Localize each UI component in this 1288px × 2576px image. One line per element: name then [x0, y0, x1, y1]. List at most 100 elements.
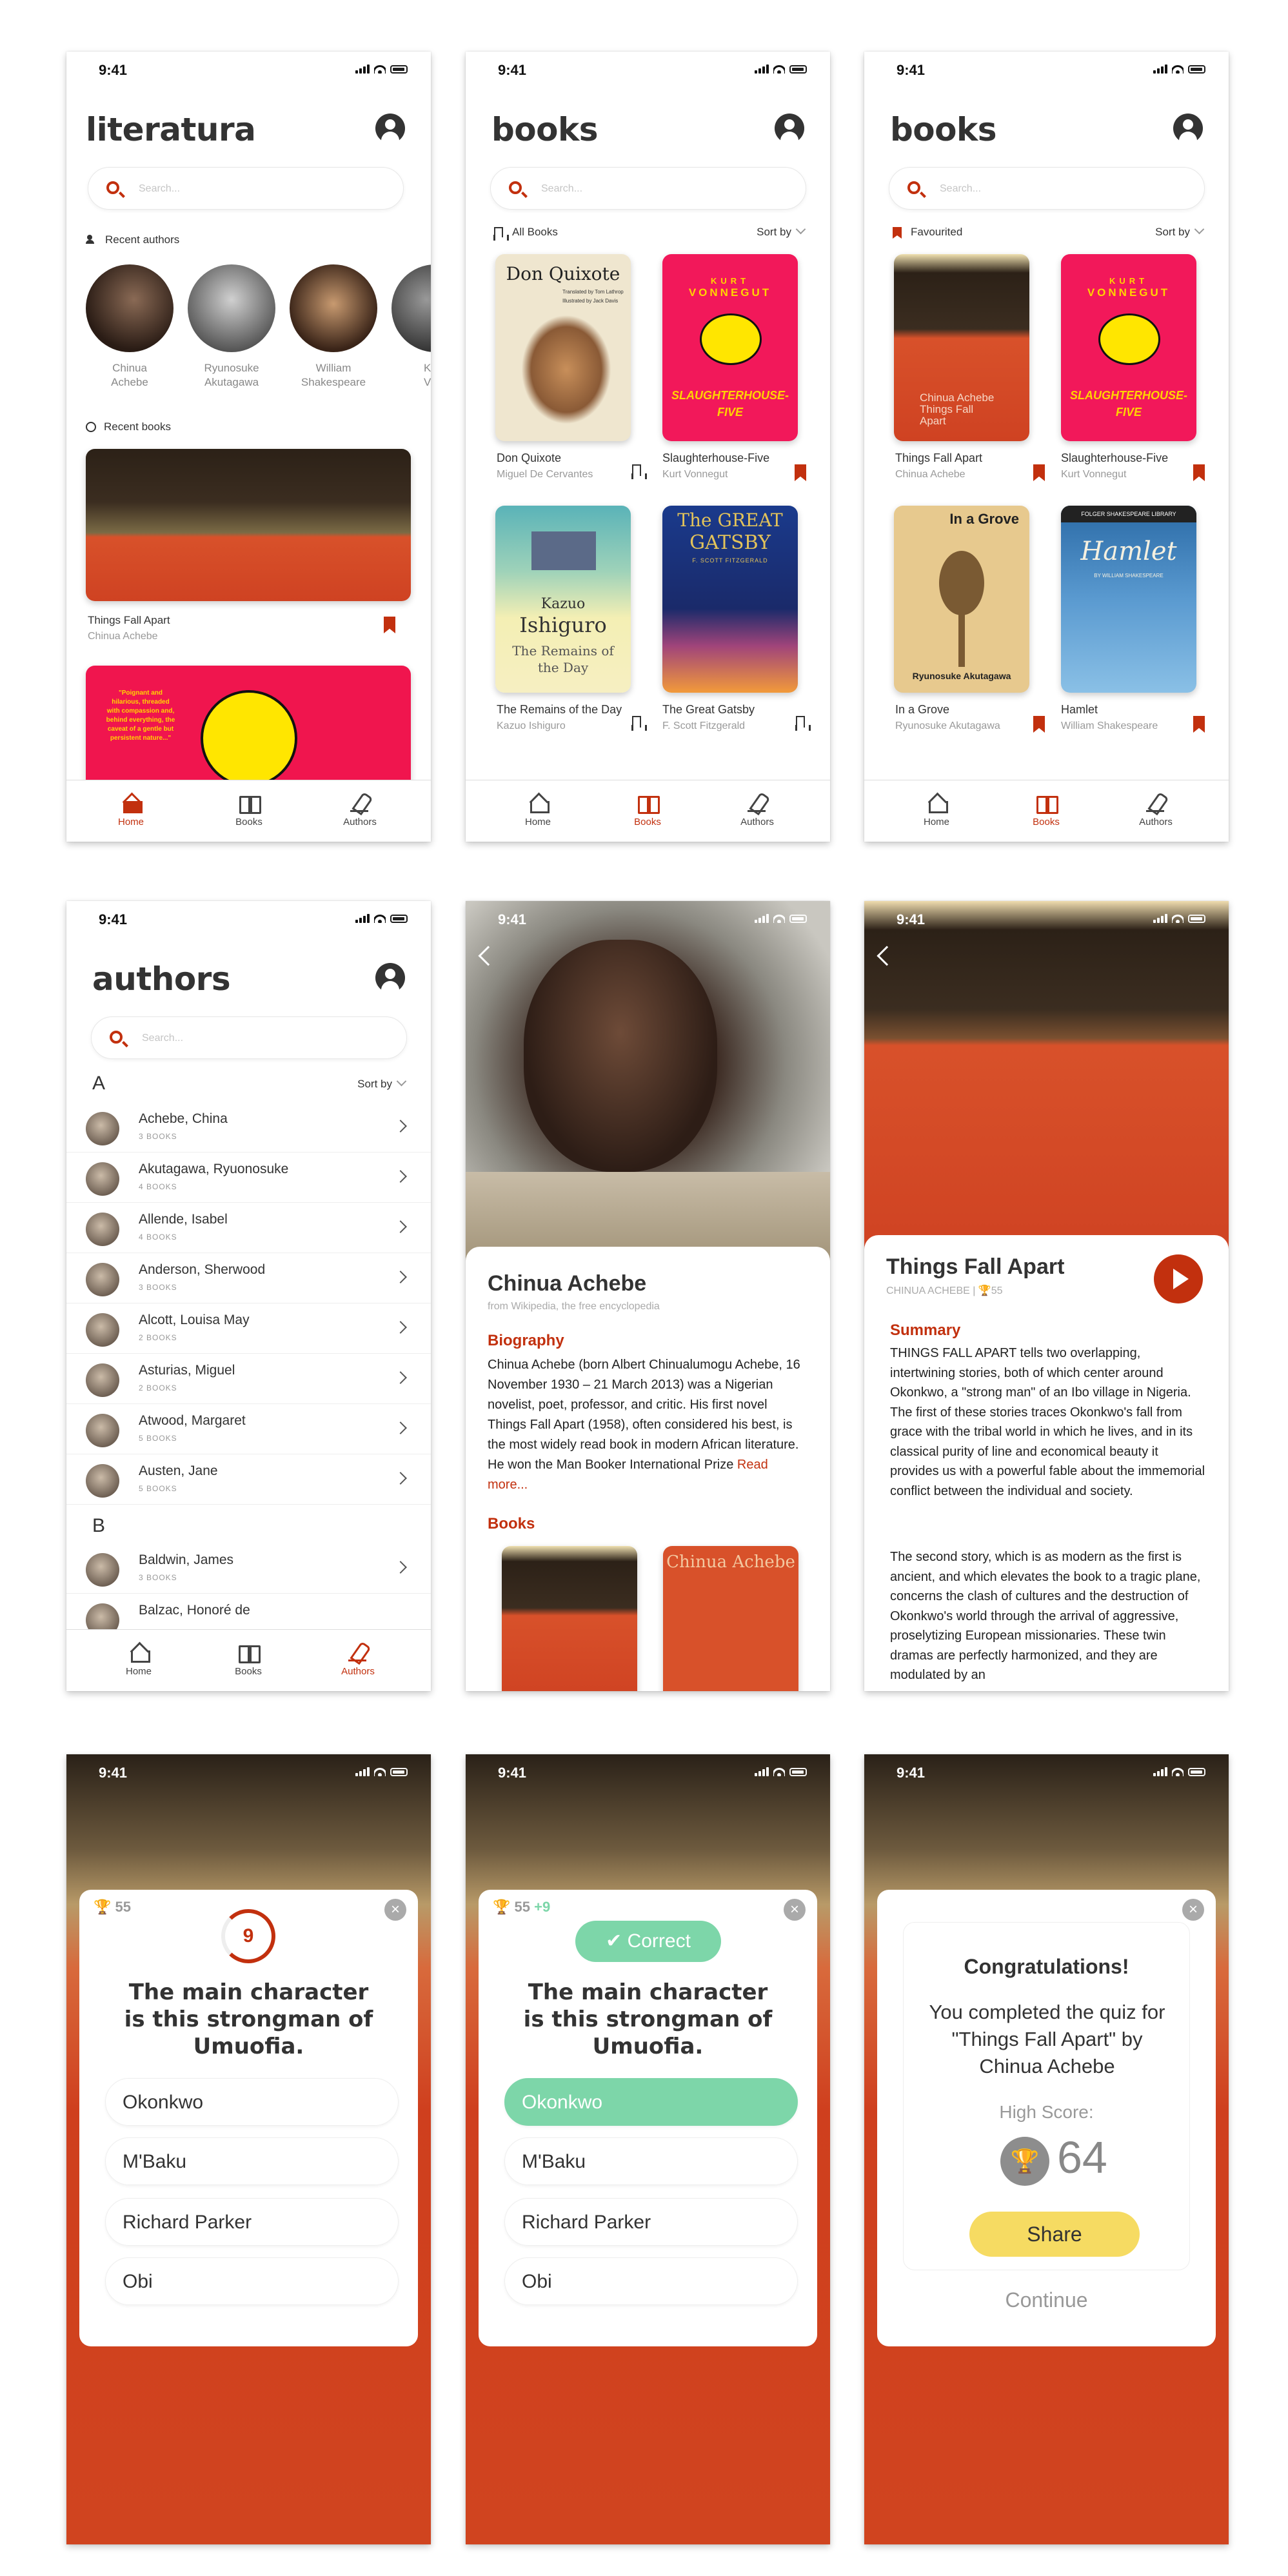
source-label: from Wikipedia, the free encyclopedia [488, 1301, 660, 1312]
author-row[interactable]: Alcott, Louisa May 2 BOOKS [66, 1303, 431, 1354]
quiz-card: 🏆 55 +9 × ✔ Correct The main character i… [479, 1890, 817, 2346]
tab-home[interactable]: Home [499, 793, 577, 827]
battery-icon [390, 915, 408, 923]
cover-text: In a Grove [949, 511, 1019, 527]
tab-books[interactable]: Books [1007, 793, 1085, 827]
book-cover-slaughterhouse[interactable]: "Poignant and hilarious, threaded with c… [86, 666, 411, 795]
answer-option[interactable]: Obi [105, 2257, 399, 2305]
answer-option[interactable]: Okonkwo [105, 2078, 399, 2126]
bookmark-icon[interactable] [795, 464, 806, 481]
avatar-akutagawa[interactable] [188, 264, 275, 352]
tab-home[interactable]: Home [898, 793, 975, 827]
answer-option[interactable]: Richard Parker [504, 2198, 798, 2246]
summary-paragraph: The second story, which is as modern as … [890, 1550, 1201, 1682]
bookmark-icon[interactable] [631, 464, 647, 479]
tab-books[interactable]: Books [210, 1643, 287, 1677]
book-author: Kurt Vonnegut [1061, 469, 1127, 480]
book-cover-things-fall-apart[interactable] [502, 1546, 637, 1691]
avatar-vonnegut[interactable] [391, 264, 431, 352]
answer-option[interactable]: M'Baku [105, 2137, 399, 2185]
tab-books[interactable]: Books [210, 793, 288, 827]
tab-home[interactable]: Home [92, 793, 170, 827]
play-quiz-button[interactable] [1154, 1254, 1203, 1303]
tab-home[interactable]: Home [100, 1643, 177, 1677]
status-time: 9:41 [99, 1765, 128, 1781]
avatar [86, 1363, 119, 1397]
status-bar: 9:41 [864, 52, 1229, 88]
author-row[interactable]: Anderson, Sherwood 3 BOOKS [66, 1253, 431, 1303]
battery-icon [789, 65, 807, 74]
book-cover-remains[interactable]: Kazuo Ishiguro The Remains of the Day [495, 506, 631, 693]
bookmark-icon[interactable] [1033, 716, 1045, 733]
book-cover-slaughterhouse[interactable]: KURT VONNEGUT SLAUGHTERHOUSE-FIVE [662, 254, 798, 441]
sort-button[interactable]: Sort by [757, 226, 791, 239]
skull-icon [1098, 313, 1160, 365]
bookmark-icon[interactable] [631, 716, 647, 731]
home-icon [120, 793, 143, 813]
profile-icon[interactable] [775, 114, 804, 143]
share-button[interactable]: Share [969, 2212, 1140, 2257]
book-cover-things-fall-apart[interactable]: Chinua Achebe Things Fall Apart [894, 254, 1029, 441]
author-row[interactable]: Asturias, Miguel 2 BOOKS [66, 1354, 431, 1404]
book-title: Hamlet [1061, 703, 1098, 716]
filter-all-books[interactable]: All Books [512, 226, 558, 239]
book-meta: CHINUA ACHEBE | 🏆55 [886, 1285, 1003, 1296]
author-row[interactable]: Baldwin, James 3 BOOKS [66, 1543, 431, 1594]
tab-authors[interactable]: Authors [718, 793, 796, 827]
search-input[interactable]: Search... [88, 167, 404, 210]
book-cover-achebe-2[interactable]: Chinua Achebe [663, 1546, 798, 1691]
bookmark-icon[interactable] [1033, 464, 1045, 481]
sort-button[interactable]: Sort by [357, 1078, 392, 1091]
close-button[interactable]: × [1182, 1899, 1204, 1921]
profile-icon[interactable] [1173, 114, 1203, 143]
author-row[interactable]: Akutagawa, Ryuonosuke 4 BOOKS [66, 1153, 431, 1203]
search-input[interactable]: Search... [490, 167, 806, 210]
wifi-icon [1172, 915, 1184, 923]
pen-icon [349, 793, 371, 813]
sort-button[interactable]: Sort by [1155, 226, 1190, 239]
bookmark-icon[interactable] [1193, 464, 1205, 481]
author-row[interactable]: Allende, Isabel 4 BOOKS [66, 1203, 431, 1253]
bookmark-icon[interactable] [1193, 716, 1205, 733]
author-row[interactable]: Achebe, China 3 BOOKS [66, 1102, 431, 1153]
avatar-shakespeare[interactable] [290, 264, 377, 352]
chevron-right-icon [394, 1371, 407, 1384]
tab-books[interactable]: Books [609, 793, 686, 827]
tab-authors[interactable]: Authors [319, 1643, 397, 1677]
search-input[interactable]: Search... [91, 1016, 407, 1059]
filter-favourited[interactable]: Favourited [911, 226, 962, 239]
cover-text: Kazuo [540, 596, 586, 612]
close-button[interactable]: × [784, 1899, 806, 1921]
chevron-right-icon [394, 1422, 407, 1434]
continue-button[interactable]: Continue [877, 2288, 1216, 2312]
profile-icon[interactable] [375, 114, 405, 143]
home-icon [128, 1643, 150, 1663]
tab-authors[interactable]: Authors [1117, 793, 1194, 827]
book-cover-don-quixote[interactable]: Don Quixote Translated by Tom Lathrop Il… [495, 254, 631, 441]
cover-text: VONNEGUT [688, 286, 772, 299]
answer-option-correct[interactable]: Okonkwo [504, 2078, 798, 2126]
author-row[interactable]: Austen, Jane 5 BOOKS [66, 1454, 431, 1505]
signal-icon [355, 1767, 370, 1776]
bookmark-icon[interactable] [795, 716, 811, 731]
answer-option[interactable]: M'Baku [504, 2137, 798, 2185]
status-bar: 9:41 [864, 1754, 1229, 1790]
cover-text: BY WILLIAM SHAKESPEARE [1094, 573, 1164, 579]
bookmark-icon[interactable] [384, 617, 395, 633]
book-cover-slaughterhouse[interactable]: KURT VONNEGUT SLAUGHTERHOUSE-FIVE [1061, 254, 1196, 441]
close-button[interactable]: × [384, 1899, 406, 1921]
author-row[interactable]: Atwood, Margaret 5 BOOKS [66, 1404, 431, 1454]
book-cover-gatsby[interactable]: The GREAT GATSBY F. SCOTT FITZGERALD [662, 506, 798, 693]
answer-option[interactable]: Richard Parker [105, 2198, 399, 2246]
profile-icon[interactable] [375, 963, 405, 993]
detail-card: Chinua Achebe from Wikipedia, the free e… [466, 1247, 830, 1691]
book-title: Slaughterhouse-Five [662, 451, 770, 464]
book-cover-things-fall-apart[interactable] [86, 449, 411, 601]
avatar-achebe[interactable] [86, 264, 173, 352]
tab-authors[interactable]: Authors [321, 793, 399, 827]
book-cover-in-a-grove[interactable]: In a Grove Ryunosuke Akutagawa [894, 506, 1029, 693]
quiz-result-screen: 9:41 × Congratulations! You completed th… [864, 1754, 1229, 2544]
answer-option[interactable]: Obi [504, 2257, 798, 2305]
search-input[interactable]: Search... [889, 167, 1205, 210]
book-cover-hamlet[interactable]: FOLGER SHAKESPEARE LIBRARY Hamlet BY WIL… [1061, 506, 1196, 693]
